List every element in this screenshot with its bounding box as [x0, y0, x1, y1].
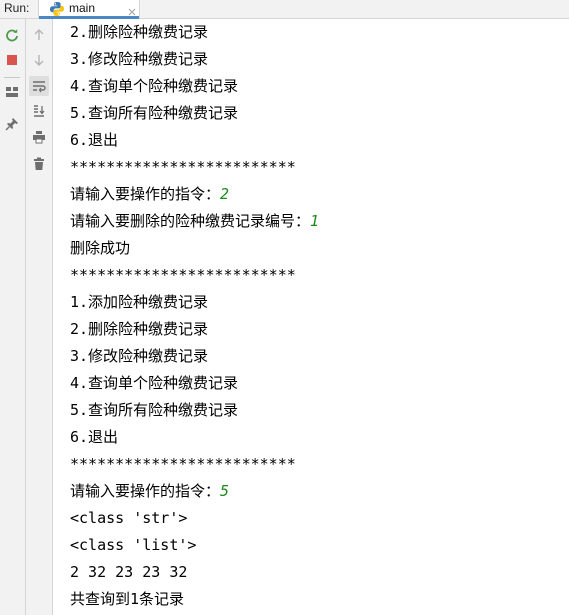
console-line: 3.修改险种缴费记录 [70, 50, 209, 68]
run-label: Run: [4, 1, 30, 15]
console-line: 请输入要操作的指令：5 [70, 482, 230, 500]
up-arrow-icon[interactable] [29, 25, 49, 45]
rerun-icon[interactable] [2, 25, 22, 45]
down-arrow-icon[interactable] [29, 50, 49, 70]
console-line: <class 'list'> [70, 536, 197, 554]
run-tool-window-header: Run: main [0, 0, 569, 19]
user-input: 1 [310, 212, 320, 230]
user-input: 5 [220, 482, 230, 500]
console-line: 请输入要删除的险种缴费记录编号：1 [70, 212, 320, 230]
console-line: 共查询到1条记录 [70, 590, 185, 608]
python-icon [49, 1, 65, 17]
console-line: 4.查询单个险种缴费记录 [70, 374, 239, 392]
toolbar-separator [4, 77, 20, 78]
scroll-to-end-icon[interactable] [29, 101, 49, 121]
console-line: 6.退出 [70, 428, 119, 446]
console-line: 6.退出 [70, 131, 119, 149]
console-line: ************************* [70, 158, 296, 176]
console-line: 删除成功 [70, 239, 131, 257]
console-line: 3.修改险种缴费记录 [70, 347, 209, 365]
soft-wrap-icon[interactable] [29, 76, 49, 96]
console-line: 1.添加险种缴费记录 [70, 293, 209, 311]
tab-main[interactable]: main [38, 0, 140, 19]
console-line: 2.删除险种缴费记录 [70, 23, 209, 41]
pin-icon[interactable] [2, 114, 22, 134]
console-line: <class 'str'> [70, 509, 188, 527]
print-icon[interactable] [29, 127, 49, 147]
layout-icon[interactable] [2, 82, 22, 102]
user-input: 2 [220, 185, 230, 203]
console-line: 4.查询单个险种缴费记录 [70, 77, 239, 95]
console-line: 请输入要操作的指令：2 [70, 185, 230, 203]
console-line: 5.查询所有险种缴费记录 [70, 104, 239, 122]
console-line: 2 32 23 23 32 [70, 563, 188, 581]
trash-icon[interactable] [29, 154, 49, 174]
close-icon[interactable] [127, 2, 137, 16]
run-toolbar [0, 19, 26, 615]
console-line: ************************* [70, 455, 296, 473]
console-toolbar [26, 19, 53, 615]
console-line: ************************* [70, 266, 296, 284]
stop-icon[interactable] [2, 50, 22, 70]
console-line: 2.删除险种缴费记录 [70, 320, 209, 338]
console-output[interactable]: 2.删除险种缴费记录 3.修改险种缴费记录 4.查询单个险种缴费记录 5.查询所… [53, 19, 569, 615]
tab-label: main [69, 1, 96, 15]
console-line: 5.查询所有险种缴费记录 [70, 401, 239, 419]
